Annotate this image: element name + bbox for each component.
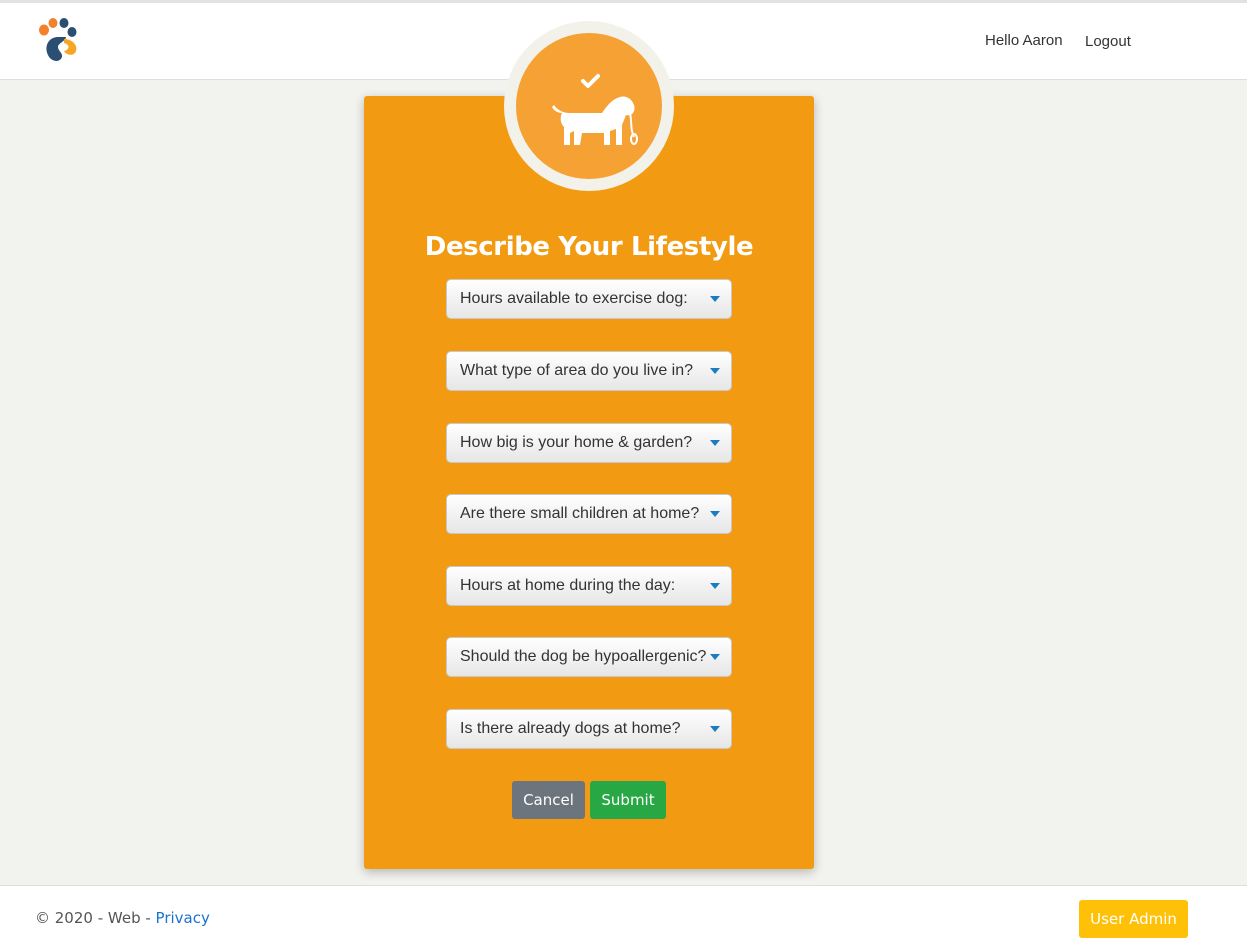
caret-down-icon [710, 654, 720, 660]
hypoallergenic-select[interactable]: Should the dog be hypoallergenic? [446, 637, 732, 677]
dog-with-leash-check-icon [516, 33, 662, 179]
select-placeholder: Hours at home during the day: [460, 577, 676, 594]
submit-button[interactable]: Submit [590, 781, 666, 819]
select-placeholder: Is there already dogs at home? [460, 720, 681, 737]
existing-dogs-select[interactable]: Is there already dogs at home? [446, 709, 732, 749]
caret-down-icon [710, 726, 720, 732]
select-placeholder: How big is your home & garden? [460, 434, 693, 451]
caret-down-icon [710, 511, 720, 517]
small-children-select[interactable]: Are there small children at home? [446, 494, 732, 534]
copyright-text: © 2020 - Web - [35, 909, 156, 927]
caret-down-icon [710, 440, 720, 446]
select-placeholder: Are there small children at home? [460, 505, 700, 522]
cancel-button[interactable]: Cancel [512, 781, 585, 819]
select-placeholder: Should the dog be hypoallergenic? [460, 648, 707, 665]
caret-down-icon [710, 583, 720, 589]
greeting-text[interactable]: Hello Aaron [985, 32, 1063, 49]
caret-down-icon [710, 368, 720, 374]
select-placeholder: Hours available to exercise dog: [460, 290, 688, 307]
paw-logo-icon[interactable] [36, 17, 82, 67]
footer-copyright: © 2020 - Web - Privacy [35, 909, 210, 927]
hours-at-home-select[interactable]: Hours at home during the day: [446, 566, 732, 606]
home-size-select[interactable]: How big is your home & garden? [446, 423, 732, 463]
page-title: Describe Your Lifestyle [424, 232, 754, 262]
exercise-hours-select[interactable]: Hours available to exercise dog: [446, 279, 732, 319]
badge-ring [504, 21, 674, 191]
area-type-select[interactable]: What type of area do you live in? [446, 351, 732, 391]
select-placeholder: What type of area do you live in? [460, 362, 694, 379]
caret-down-icon [710, 296, 720, 302]
user-admin-button[interactable]: User Admin [1079, 900, 1188, 938]
footer: © 2020 - Web - Privacy User Admin [0, 885, 1247, 943]
logout-link[interactable]: Logout [1085, 33, 1131, 50]
privacy-link[interactable]: Privacy [156, 909, 210, 927]
lifestyle-card [364, 96, 814, 869]
